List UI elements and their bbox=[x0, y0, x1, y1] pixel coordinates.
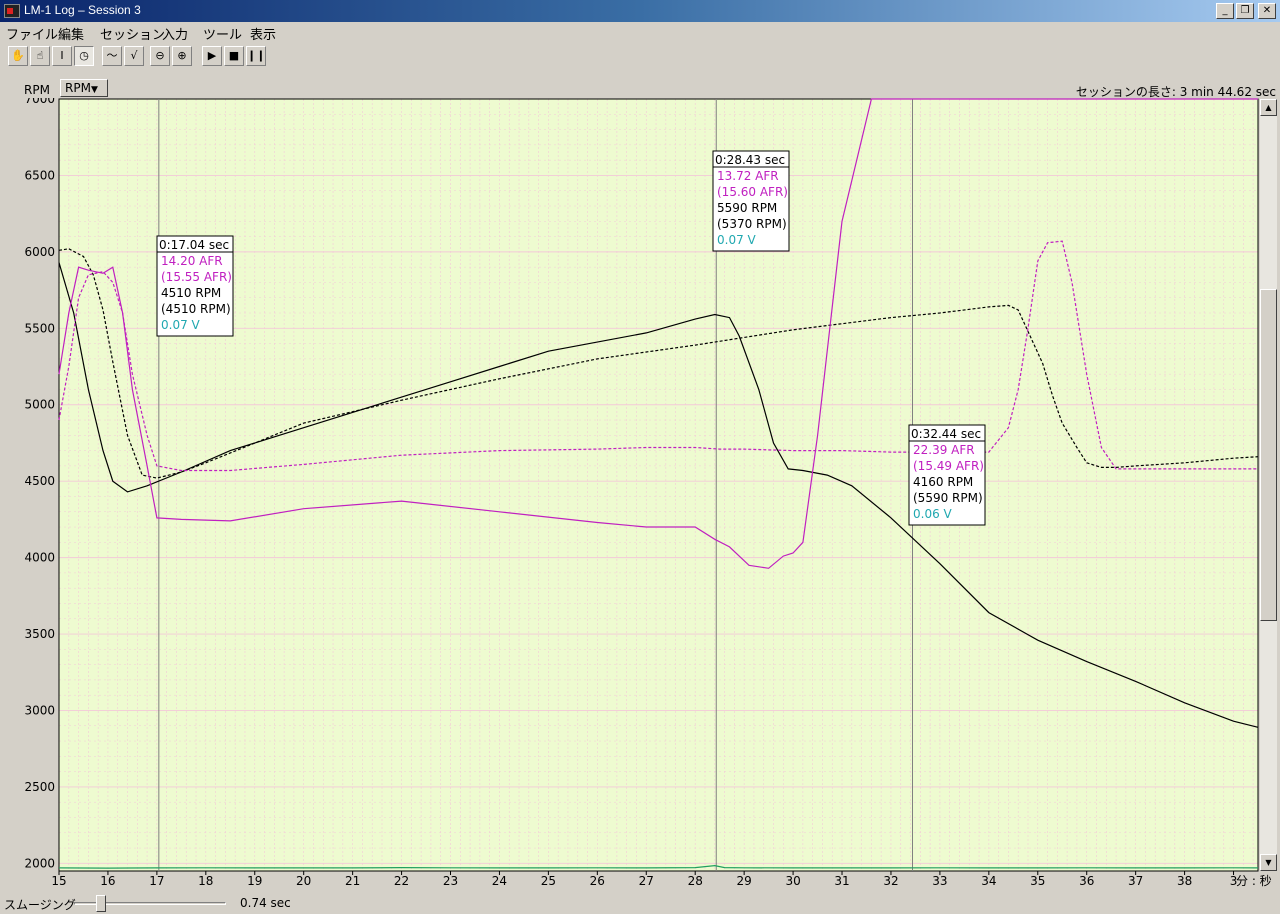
y-tick-label: 2500 bbox=[24, 780, 55, 794]
minimize-button[interactable]: _ bbox=[1216, 3, 1234, 19]
x-tick-label: 20 bbox=[296, 874, 311, 888]
menu-file[interactable]: ファイル bbox=[6, 24, 58, 43]
x-tick-label: 15 bbox=[51, 874, 66, 888]
tooltip-volt: 0.07 V bbox=[161, 318, 201, 332]
menu-input[interactable]: 入力 bbox=[162, 24, 188, 43]
y-tick-label: 5500 bbox=[24, 321, 55, 335]
play-button[interactable]: ▶ bbox=[202, 46, 222, 66]
tooltip-time: 0:17.04 sec bbox=[159, 238, 229, 252]
tooltip-volt: 0.06 V bbox=[913, 507, 953, 521]
y-tick-label: 3500 bbox=[24, 627, 55, 641]
raw-line-button[interactable]: √ bbox=[124, 46, 144, 66]
tooltip-volt: 0.07 V bbox=[717, 233, 757, 247]
x-tick-label: 26 bbox=[590, 874, 605, 888]
y-channel-value: RPM bbox=[65, 81, 91, 95]
y-tick-label: 6000 bbox=[24, 245, 55, 259]
app-logo-icon bbox=[4, 4, 20, 18]
scroll-down-icon[interactable]: ▼ bbox=[1260, 854, 1277, 871]
toolbar: ✋ ☝ I ◷ 〜 √ ⊖ ⊕ ▶ ■ ❙❙ bbox=[0, 44, 1280, 68]
x-tick-label: 30 bbox=[785, 874, 800, 888]
y-tick-label: 6500 bbox=[24, 168, 55, 182]
tooltip-rpm-ref: (5590 RPM) bbox=[913, 491, 983, 505]
x-tick-label: 22 bbox=[394, 874, 409, 888]
chevron-down-icon: ▼ bbox=[90, 85, 98, 95]
smoothing-value: 0.74 sec bbox=[240, 896, 291, 910]
tooltip-rpm: 4510 RPM bbox=[161, 286, 221, 300]
zoom-in-button[interactable]: ⊕ bbox=[172, 46, 192, 66]
tooltip-afr-ref: (15.49 AFR) bbox=[913, 459, 984, 473]
menu-view[interactable]: 表示 bbox=[250, 24, 276, 43]
vertical-scrollbar[interactable]: ▲ ▼ bbox=[1260, 99, 1277, 871]
y-tick-label: 7000 bbox=[24, 98, 55, 106]
tooltip-afr: 22.39 AFR bbox=[913, 443, 975, 457]
cursor-tooltip: 0:28.43 sec 13.72 AFR (15.60 AFR) 5590 RPM (… bbox=[712, 150, 790, 252]
smoothing-slider-thumb[interactable] bbox=[96, 895, 106, 912]
x-tick-label: 24 bbox=[492, 874, 507, 888]
x-tick-label: 34 bbox=[981, 874, 996, 888]
menu-edit[interactable]: 編集 bbox=[58, 24, 84, 43]
x-tick-label: 33 bbox=[932, 874, 947, 888]
tooltip-rpm: 5590 RPM bbox=[717, 201, 777, 215]
x-tick-label: 28 bbox=[688, 874, 703, 888]
y-tick-label: 4500 bbox=[24, 474, 55, 488]
x-tick-label: 17 bbox=[149, 874, 164, 888]
x-tick-label: 18 bbox=[198, 874, 213, 888]
window-title: LM-1 Log – Session 3 bbox=[24, 3, 141, 17]
x-tick-label: 32 bbox=[883, 874, 898, 888]
x-tick-label: 25 bbox=[541, 874, 556, 888]
x-tick-label: 38 bbox=[1177, 874, 1192, 888]
text-cursor-tool-button[interactable]: I bbox=[52, 46, 72, 66]
smoothing-label: スムージング bbox=[4, 898, 76, 912]
hand-tool-button[interactable]: ✋ bbox=[8, 46, 28, 66]
x-tick-label: 29 bbox=[737, 874, 752, 888]
log-chart[interactable]: 7000 6500 6000 5500 5000 4500 4000 3500 3000 2500… bbox=[0, 92, 1280, 898]
plot-area[interactable]: 7000 6500 6000 5500 5000 4500 4000 3500 3000 2500… bbox=[0, 92, 1280, 898]
tooltip-time: 0:28.43 sec bbox=[715, 153, 785, 167]
zoom-out-button[interactable]: ⊖ bbox=[150, 46, 170, 66]
tooltip-time: 0:32.44 sec bbox=[911, 427, 981, 441]
x-tick-label: 31 bbox=[834, 874, 849, 888]
tooltip-afr: 13.72 AFR bbox=[717, 169, 779, 183]
grab-tool-button[interactable]: ☝ bbox=[30, 46, 50, 66]
y-tick-label: 4000 bbox=[24, 551, 55, 565]
cursor-tooltip: 0:17.04 sec 14.20 AFR (15.55 AFR) 4510 RPM (… bbox=[156, 235, 234, 337]
x-axis-unit: 分 : 秒 bbox=[1236, 874, 1272, 888]
x-tick-label: 35 bbox=[1030, 874, 1045, 888]
bottom-bar: スムージング 0.74 sec bbox=[0, 892, 1280, 914]
x-tick-label: 27 bbox=[639, 874, 654, 888]
x-tick-label: 36 bbox=[1079, 874, 1094, 888]
stop-button[interactable]: ■ bbox=[224, 46, 244, 66]
app-window: LM-1 Log – Session 3 _ ❐ ✕ ファイル 編集 セッション… bbox=[0, 0, 1280, 914]
x-tick-label: 16 bbox=[100, 874, 115, 888]
stopwatch-tool-button[interactable]: ◷ bbox=[74, 46, 94, 66]
tooltip-afr-ref: (15.55 AFR) bbox=[161, 270, 232, 284]
y-axis-label: RPM bbox=[24, 83, 50, 97]
menu-session[interactable]: セッション bbox=[100, 24, 165, 43]
x-tick-label: 21 bbox=[345, 874, 360, 888]
y-channel-select[interactable]: RPM▼ bbox=[60, 79, 108, 97]
tooltip-afr: 14.20 AFR bbox=[161, 254, 223, 268]
pause-button[interactable]: ❙❙ bbox=[246, 46, 266, 66]
menu-tools[interactable]: ツール bbox=[203, 24, 242, 43]
menu-bar: ファイル 編集 セッション 入力 ツール 表示 bbox=[0, 22, 1280, 43]
plot-background bbox=[59, 99, 1258, 871]
scroll-thumb[interactable] bbox=[1260, 289, 1277, 621]
close-button[interactable]: ✕ bbox=[1258, 3, 1276, 19]
tooltip-rpm-ref: (5370 RPM) bbox=[717, 217, 787, 231]
cursor-tooltip: 0:32.44 sec 22.39 AFR (15.49 AFR) 4160 RPM (… bbox=[908, 424, 986, 526]
restore-button[interactable]: ❐ bbox=[1236, 3, 1254, 19]
x-tick-label: 23 bbox=[443, 874, 458, 888]
y-tick-label: 5000 bbox=[24, 398, 55, 412]
scroll-up-icon[interactable]: ▲ bbox=[1260, 99, 1277, 116]
y-tick-label: 2000 bbox=[24, 856, 55, 870]
title-bar: LM-1 Log – Session 3 _ ❐ ✕ bbox=[0, 0, 1280, 22]
x-tick-label: 19 bbox=[247, 874, 262, 888]
tooltip-rpm: 4160 RPM bbox=[913, 475, 973, 489]
tooltip-rpm-ref: (4510 RPM) bbox=[161, 302, 231, 316]
tooltip-afr-ref: (15.60 AFR) bbox=[717, 185, 788, 199]
y-tick-label: 3000 bbox=[24, 703, 55, 717]
x-tick-label: 37 bbox=[1128, 874, 1143, 888]
smooth-line-button[interactable]: 〜 bbox=[102, 46, 122, 66]
